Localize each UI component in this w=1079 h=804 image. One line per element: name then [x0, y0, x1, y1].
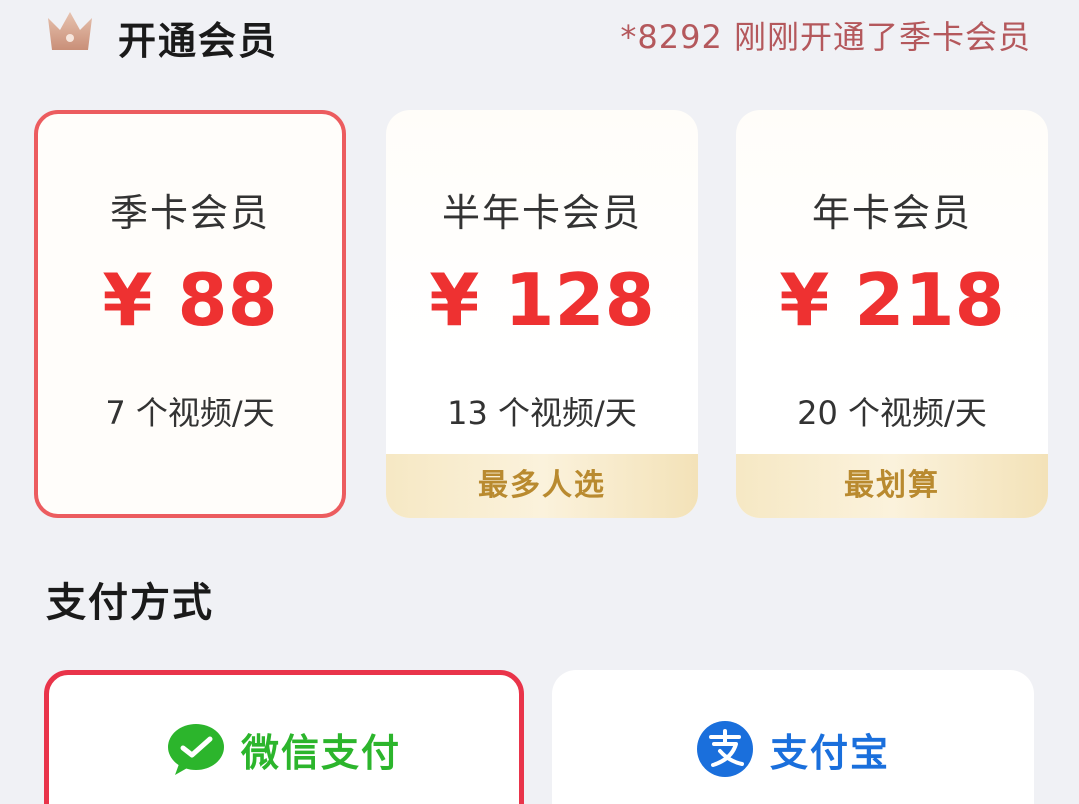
page-title: 开通会员	[118, 19, 279, 63]
plan-quota: 20 个视频/天	[797, 394, 987, 432]
plan-price: ¥ 88	[102, 258, 278, 342]
alipay-content: 支付宝	[552, 720, 1034, 778]
plan-name: 季卡会员	[109, 191, 270, 235]
header: 开通会员 *8292 刚刚开通了季卡会员	[0, 0, 1079, 80]
plan-card-half-year[interactable]: 半年卡会员 ¥ 128 13 个视频/天 最多人选	[386, 110, 698, 518]
plan-name: 半年卡会员	[441, 191, 642, 235]
membership-page: 开通会员 *8292 刚刚开通了季卡会员 季卡会员 ¥ 88 7 个视频/天 半…	[0, 0, 1079, 804]
payment-section-title: 支付方式	[46, 580, 214, 626]
plan-tag: 最多人选	[386, 454, 698, 518]
wechat-pay-content: 微信支付	[49, 720, 519, 778]
plan-quota: 13 个视频/天	[447, 394, 637, 432]
wechat-pay-option[interactable]: 微信支付	[44, 670, 524, 804]
purchase-notice: *8292 刚刚开通了季卡会员	[620, 18, 1031, 56]
plan-price: ¥ 218	[779, 258, 1005, 342]
plan-quota: 7 个视频/天	[105, 394, 275, 432]
alipay-icon	[696, 721, 753, 777]
plan-price: ¥ 128	[429, 258, 655, 342]
wechat-icon	[167, 724, 224, 775]
plan-name: 年卡会员	[811, 191, 972, 235]
alipay-option[interactable]: 支付宝	[552, 670, 1034, 804]
wechat-pay-label: 微信支付	[240, 730, 401, 775]
alipay-label: 支付宝	[769, 730, 890, 775]
plan-card-quarterly[interactable]: 季卡会员 ¥ 88 7 个视频/天	[34, 110, 346, 518]
plan-card-yearly[interactable]: 年卡会员 ¥ 218 20 个视频/天 最划算	[736, 110, 1048, 518]
crown-icon	[48, 12, 92, 50]
plan-tag: 最划算	[736, 454, 1048, 518]
